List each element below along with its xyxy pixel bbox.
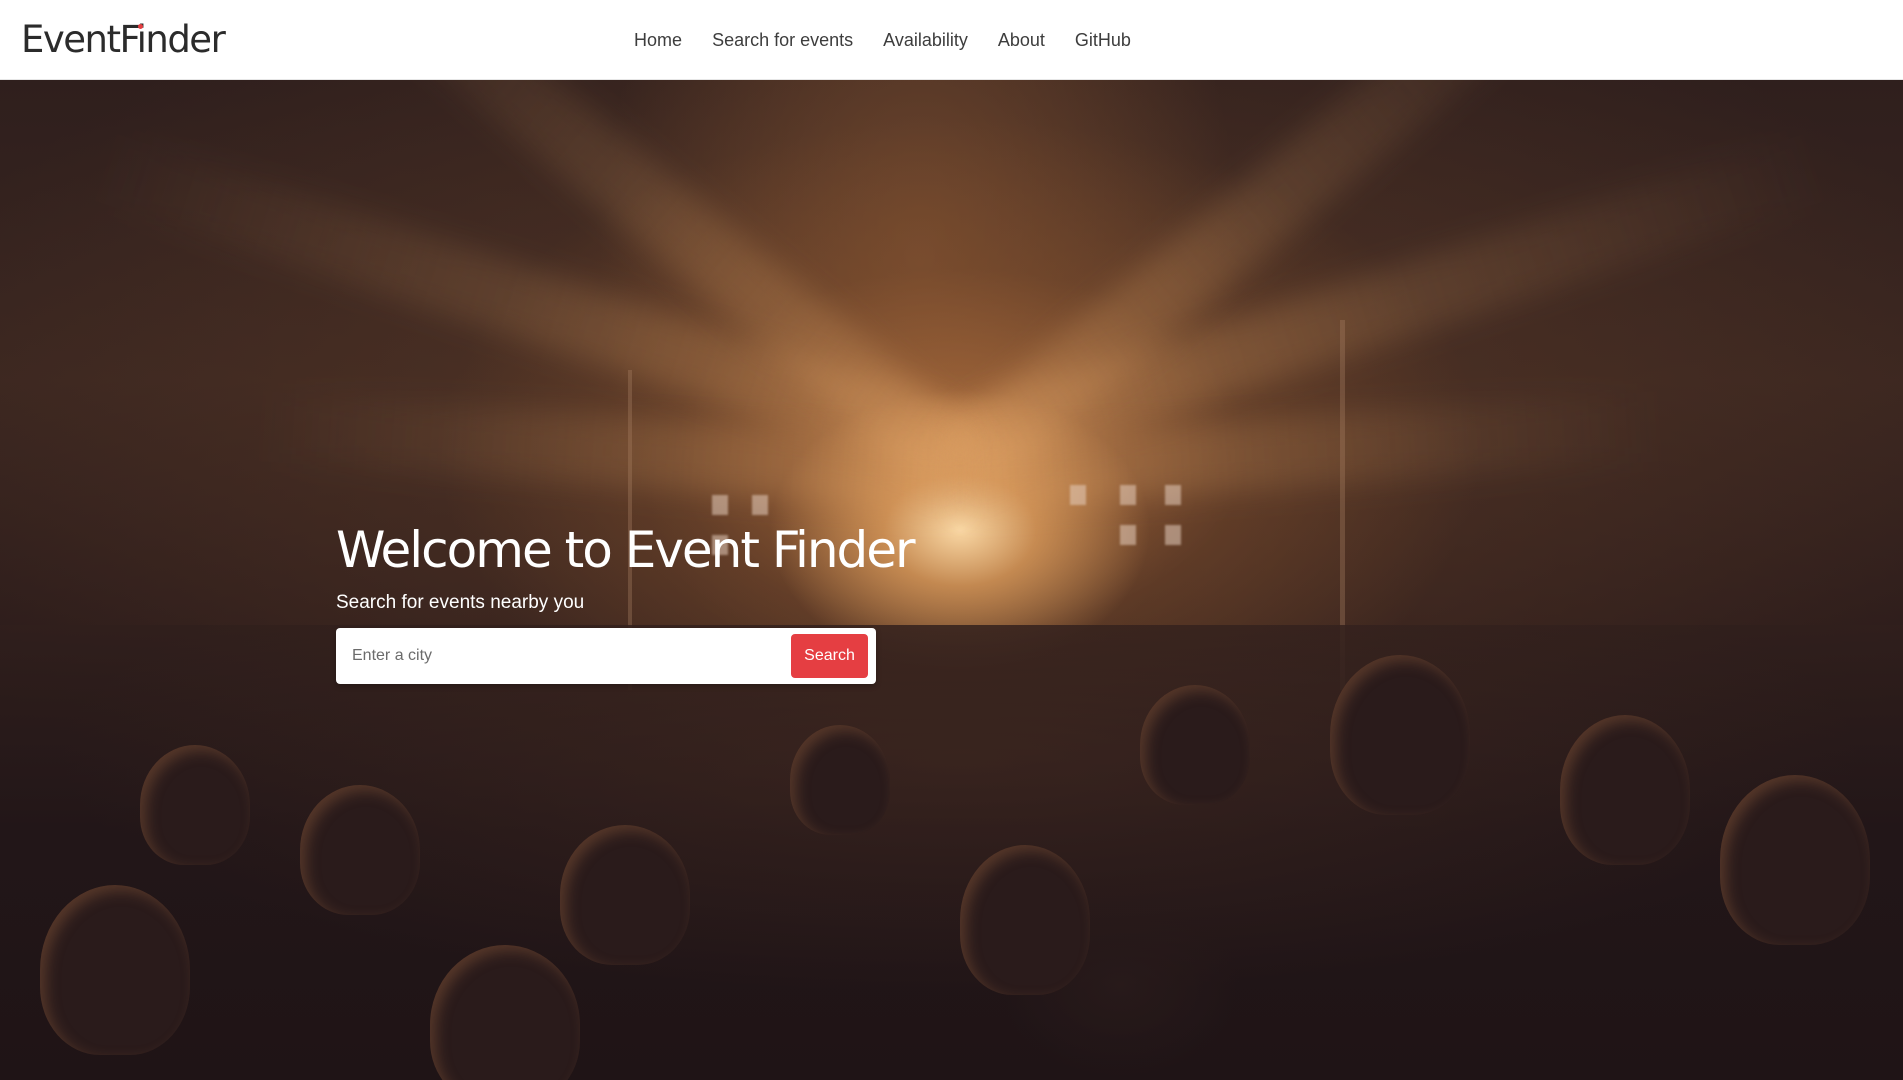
logo-suffix: nder: [145, 18, 225, 61]
nav-link-availability[interactable]: Availability: [868, 0, 983, 80]
hero-title: Welcome to Event Finder: [336, 521, 916, 579]
crowd-head: [140, 745, 250, 865]
stage-light-panel: [752, 495, 768, 515]
city-search-input[interactable]: [336, 628, 786, 684]
hero-content: Welcome to Event Finder Search for event…: [336, 520, 916, 684]
city-search-form: Search: [336, 628, 876, 684]
crowd-head: [560, 825, 690, 965]
crowd-head: [430, 945, 580, 1080]
nav-links: Home Search for events Availability Abou…: [619, 0, 1146, 80]
main-nav: Home Search for events Availability Abou…: [0, 0, 1903, 80]
hero-section: Welcome to Event Finder Search for event…: [0, 80, 1903, 1080]
nav-link-search-events[interactable]: Search for events: [697, 0, 868, 80]
stage-light-panel: [1165, 485, 1181, 505]
nav-link-home[interactable]: Home: [619, 0, 697, 80]
top-navbar: EventFinder Home Search for events Avail…: [0, 0, 1903, 80]
nav-link-about[interactable]: About: [983, 0, 1060, 80]
crowd-head: [960, 845, 1090, 995]
hero-subtitle: Search for events nearby you: [336, 592, 585, 613]
nav-link-github[interactable]: GitHub: [1060, 0, 1146, 80]
crowd-head: [1720, 775, 1870, 945]
crowd-head: [40, 885, 190, 1055]
logo-dotted-letter: i: [136, 18, 147, 61]
stage-light-panel: [1165, 525, 1181, 545]
stage-light-panel: [1120, 525, 1136, 545]
stage-light-panel: [1120, 485, 1136, 505]
crowd-silhouette: [0, 625, 1903, 1080]
crowd-head: [1330, 655, 1470, 815]
stage-light-panel: [1070, 485, 1086, 505]
search-button[interactable]: Search: [791, 634, 868, 678]
crowd-head: [1140, 685, 1250, 805]
crowd-head: [300, 785, 420, 915]
crowd-head: [790, 725, 890, 835]
brand-logo[interactable]: EventFinder: [21, 16, 226, 64]
crowd-head: [1560, 715, 1690, 865]
stage-light-panel: [712, 495, 728, 515]
logo-prefix: EventF: [21, 18, 138, 61]
